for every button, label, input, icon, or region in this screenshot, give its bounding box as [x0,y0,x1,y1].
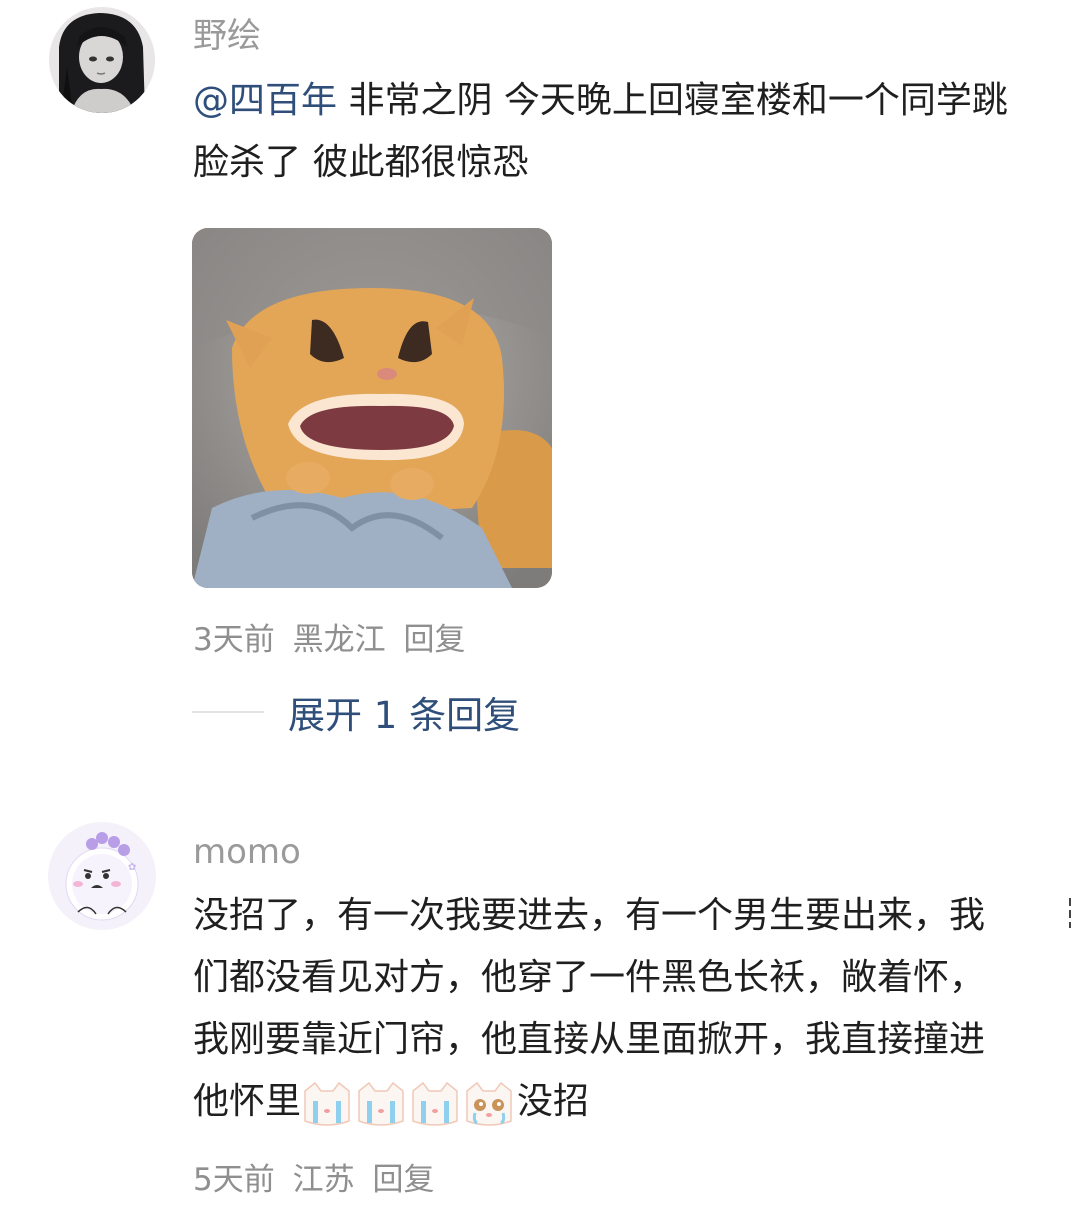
comment-text: 没招了，有一次我要进去，有一个男生要出来，我们都没看见对方，他穿了一件黑色长袄，… [193,885,1003,1134]
reply-button[interactable]: 回复 [403,622,465,658]
crying-cat-icon [304,1081,350,1126]
expand-replies-button[interactable]: 展开 1 条回复 [288,685,520,739]
comment-text: @四百年 非常之阴 今天晚上回寝室楼和一个同学跳脸杀了 彼此都很惊恐 [193,70,1023,194]
comment-meta: 3天前 黑龙江 回复 [193,620,473,660]
reply-button[interactable]: 回复 [372,1162,434,1198]
svg-text:✿: ✿ [128,862,136,873]
user-avatar-anime-girl-icon [49,7,155,113]
mention-link[interactable]: @四百年 [193,80,337,121]
timestamp: 3天前 [193,622,275,658]
username[interactable]: momo [193,832,301,872]
comment-meta: 5天前 江苏 回复 [193,1160,442,1200]
user-avatar-purple-dino-icon: ✿ [48,822,156,930]
comment-list: 野绘 @四百年 非常之阴 今天晚上回寝室楼和一个同学跳脸杀了 彼此都很惊恐 3天… [0,0,1073,1230]
comment-body-suffix: 没招 [517,1081,590,1122]
edge-ellipsis-icon[interactable] [1066,896,1073,930]
crying-cat-icon [412,1081,458,1126]
timestamp: 5天前 [193,1162,275,1198]
comment-image[interactable] [192,228,552,588]
location: 江苏 [292,1162,355,1198]
expand-replies[interactable]: 展开 1 条回复 [192,690,520,737]
divider-line [192,711,264,713]
crying-cat-icon [358,1081,404,1126]
username[interactable]: 野绘 [193,16,261,56]
avatar[interactable]: ✿ [48,822,156,930]
teary-cat-icon [466,1081,512,1126]
avatar[interactable] [49,7,155,113]
emoji-group [301,1072,517,1134]
location: 黑龙江 [292,622,386,658]
scared-cat-photo [192,228,552,588]
